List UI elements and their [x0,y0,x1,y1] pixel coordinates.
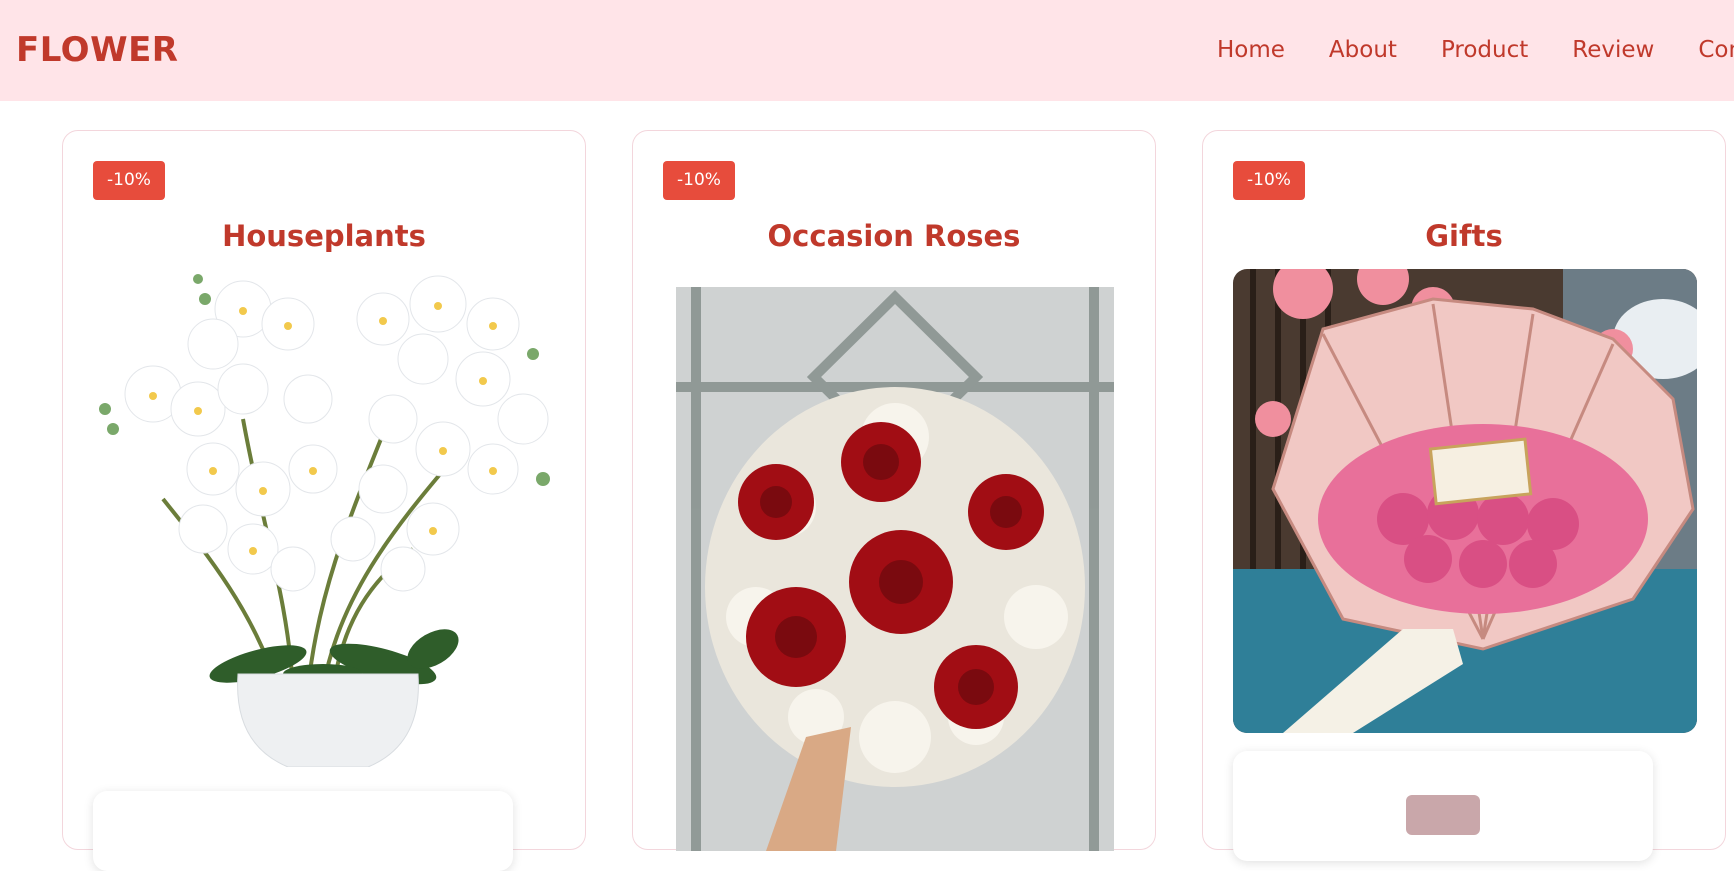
product-card: -10% Occasion Roses [632,130,1156,851]
product-info-panel [93,791,513,871]
gift-bouquet-image [1233,269,1697,733]
nav-link-product[interactable]: Product [1441,35,1528,65]
discount-badge: -10% [663,161,735,200]
main-nav: Home About Product Review Cont [1217,35,1734,65]
nav-link-contact[interactable]: Cont [1698,35,1734,65]
nav-link-review[interactable]: Review [1572,35,1654,65]
site-header: FLOWER Home About Product Review Cont [0,0,1734,101]
product-card: -10% Gifts [1202,130,1726,861]
card-title: Occasion Roses [767,219,1021,253]
discount-badge: -10% [93,161,165,200]
product-info-panel [1233,751,1653,861]
orchid-image [93,269,557,767]
card-title: Houseplants [222,219,426,253]
discount-badge: -10% [1233,161,1305,200]
add-to-cart-button[interactable] [1406,795,1480,835]
card-title: Gifts [1425,219,1503,253]
site-logo[interactable]: FLOWER [16,29,179,71]
nav-link-about[interactable]: About [1329,35,1397,65]
roses-bouquet-image [676,287,1114,851]
product-card: -10% Houseplants [62,130,586,871]
nav-link-home[interactable]: Home [1217,35,1285,65]
